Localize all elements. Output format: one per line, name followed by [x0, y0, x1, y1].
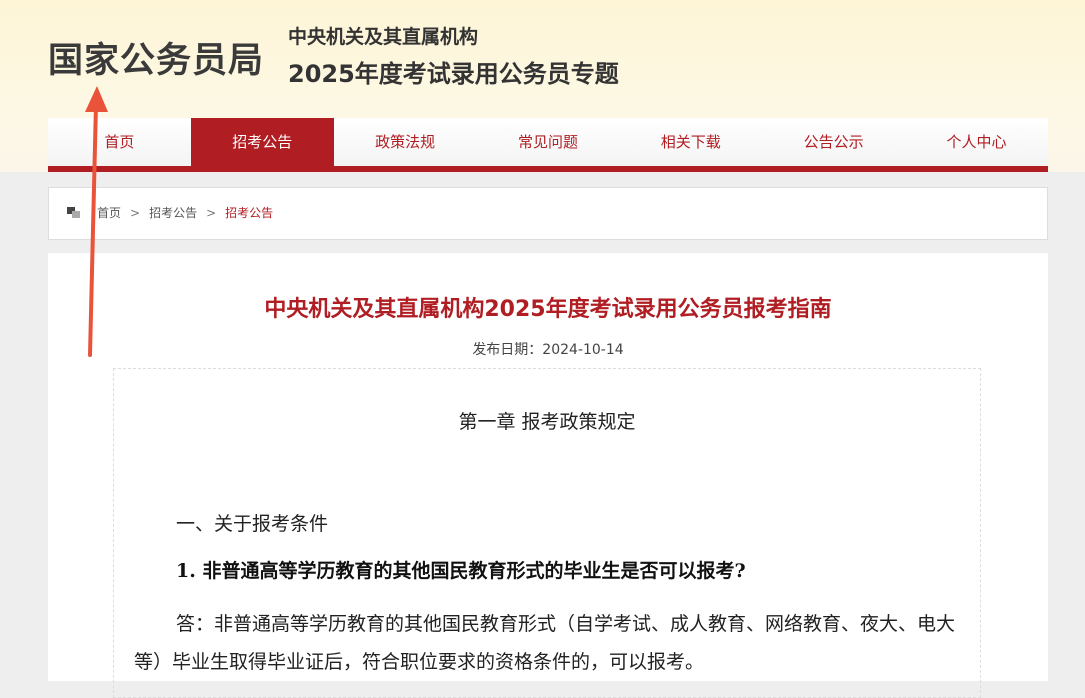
breadcrumb-separator: > [130, 206, 141, 220]
site-logo[interactable]: 国家公务员局 [48, 32, 264, 83]
question-text: 1. 非普通高等学历教育的其他国民教育形式的毕业生是否可以报考? [176, 560, 746, 582]
breadcrumb-home-icon [67, 207, 81, 219]
article-date: 发布日期：2024-10-14 [472, 342, 624, 358]
nav-item-policies[interactable]: 政策法规 [334, 118, 477, 166]
answer-text: 答：非普通高等学历教育的其他国民教育形式（自学考试、成人教育、网络教育、夜大、电… [134, 613, 956, 673]
article-panel: 中央机关及其直属机构2025年度考试录用公务员报考指南 发布日期：2024-10… [48, 253, 1048, 698]
nav-item-faq[interactable]: 常见问题 [477, 118, 620, 166]
section-heading: 一、关于报考条件 [176, 513, 329, 535]
header-banner: 国家公务员局 中央机关及其直属机构 2025年度考试录用公务员专题 首页 招考公… [0, 0, 1085, 172]
nav-item-announcements[interactable]: 公告公示 [762, 118, 905, 166]
header-subtitle-org: 中央机关及其直属机构 [288, 26, 479, 48]
breadcrumb-link-recruitment[interactable]: 招考公告 [149, 206, 197, 220]
nav-item-personal-center[interactable]: 个人中心 [905, 118, 1048, 166]
main-nav: 首页 招考公告 政策法规 常见问题 相关下载 公告公示 个人中心 [48, 118, 1048, 172]
article-content: 第一章 报考政策规定 一、关于报考条件 1. 非普通高等学历教育的其他国民教育形… [113, 368, 981, 698]
breadcrumb-link-home[interactable]: 首页 [97, 206, 121, 220]
chapter-heading: 第一章 报考政策规定 [458, 411, 636, 433]
breadcrumb-current[interactable]: 招考公告 [225, 206, 273, 220]
nav-item-downloads[interactable]: 相关下载 [619, 118, 762, 166]
nav-item-home[interactable]: 首页 [48, 118, 191, 166]
breadcrumb: 首页 > 招考公告 > 招考公告 [48, 187, 1048, 240]
nav-item-recruitment-notice[interactable]: 招考公告 [190, 118, 334, 166]
header-subtitle-topic: 2025年度考试录用公务员专题 [288, 60, 619, 88]
article-title: 中央机关及其直属机构2025年度考试录用公务员报考指南 [264, 297, 832, 322]
breadcrumb-separator: > [206, 206, 217, 220]
